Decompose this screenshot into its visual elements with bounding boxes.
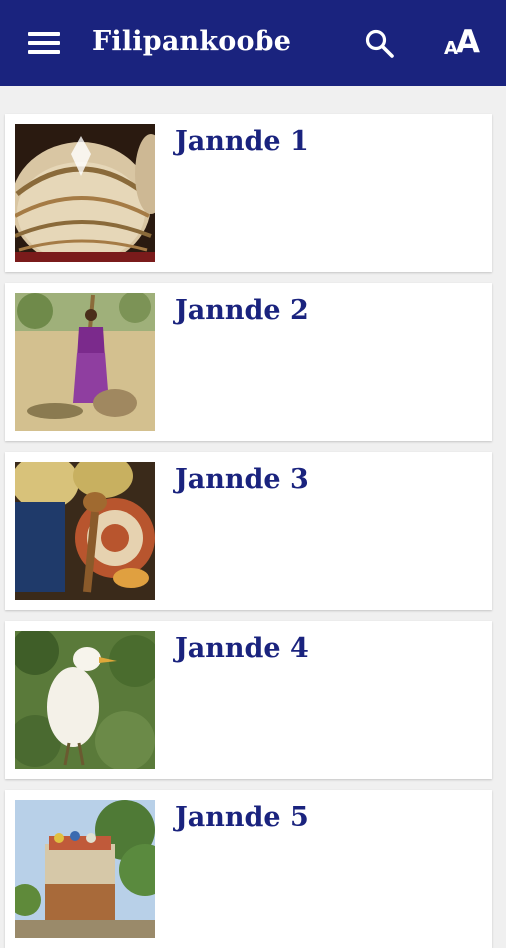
chapter-title: Jannde 3 <box>175 464 309 495</box>
woven-basket-lids-image <box>15 124 155 262</box>
woman-pounding-grain-image <box>15 293 155 431</box>
search-button[interactable] <box>364 28 396 60</box>
calabashes-and-baskets-image <box>15 462 155 600</box>
app-title: Filipankooɓe <box>92 26 292 57</box>
chapter-card-3[interactable]: Jannde 3 <box>5 452 492 610</box>
loaded-truck-image <box>15 800 155 938</box>
chapter-title: Jannde 4 <box>175 633 309 664</box>
menu-icon-bar <box>28 41 60 45</box>
chapter-card-1[interactable]: Jannde 1 <box>5 114 492 272</box>
font-size-icon-large: A <box>456 24 480 60</box>
font-size-button[interactable]: A A <box>442 24 486 62</box>
chapter-card-4[interactable]: Jannde 4 <box>5 621 492 779</box>
chapter-title: Jannde 5 <box>175 802 309 833</box>
menu-icon-bar <box>28 50 60 54</box>
app-bar: Filipankooɓe A A <box>0 0 506 86</box>
chapter-card-5[interactable]: Jannde 5 <box>5 790 492 948</box>
menu-button[interactable] <box>28 32 60 54</box>
white-egret-bird-image <box>15 631 155 769</box>
chapter-title: Jannde 2 <box>175 295 309 326</box>
chapter-title: Jannde 1 <box>175 126 309 157</box>
menu-icon <box>28 32 60 36</box>
search-icon <box>365 29 394 58</box>
chapter-card-2[interactable]: Jannde 2 <box>5 283 492 441</box>
